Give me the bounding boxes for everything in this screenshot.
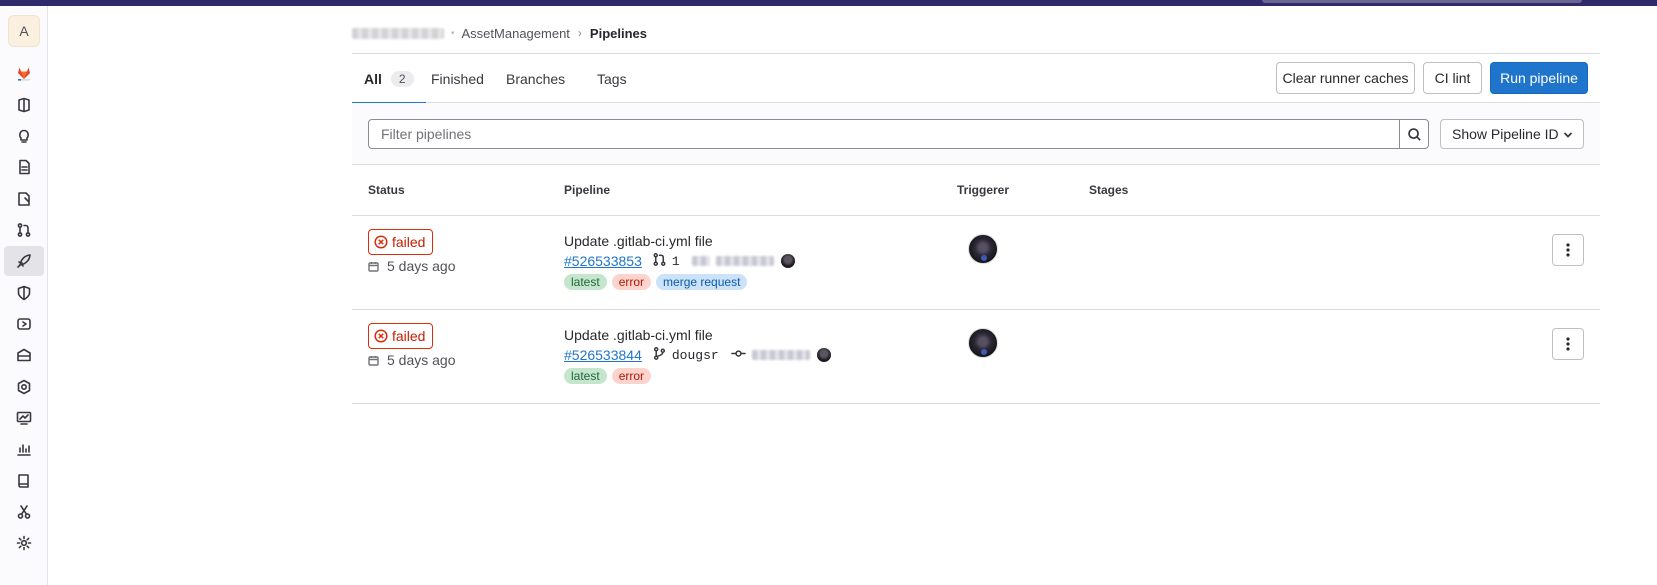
run-pipeline-button[interactable]: Run pipeline: [1490, 62, 1588, 94]
header-status: Status: [368, 183, 405, 197]
commit-sha-redacted[interactable]: [715, 256, 774, 266]
tab-tags-label: Tags: [597, 70, 627, 87]
clear-runner-caches-button[interactable]: Clear runner caches: [1276, 62, 1415, 94]
status-badge[interactable]: failed: [368, 229, 434, 255]
header-stages: Stages: [1089, 183, 1129, 197]
triggerer-avatar[interactable]: [968, 234, 998, 264]
show-pipeline-id-dropdown[interactable]: Show Pipeline ID: [1440, 119, 1584, 149]
pipeline-tabs: All 2 Finished Branches Tags Clear runne…: [352, 53, 1600, 104]
pipeline-meta: #526533844 dougsr: [564, 346, 831, 364]
commit-author-avatar[interactable]: [780, 254, 795, 268]
merge-request-icon[interactable]: [0, 215, 48, 245]
more-actions-button[interactable]: [1552, 234, 1584, 266]
settings-gear-icon[interactable]: [0, 528, 48, 558]
project-avatar[interactable]: A: [8, 15, 40, 47]
status-label: failed: [392, 328, 426, 344]
tab-all-label: All: [364, 70, 382, 87]
tab-tags[interactable]: Tags: [597, 54, 627, 103]
breadcrumb-project[interactable]: AssetManagement: [462, 26, 570, 41]
breadcrumb-current[interactable]: Pipelines: [590, 26, 647, 41]
tag-latest[interactable]: latest: [564, 368, 607, 384]
commit-title[interactable]: Update .gitlab-ci.yml file: [564, 233, 713, 249]
merge-request-icon: [652, 252, 667, 270]
created-time: 5 days ago: [368, 352, 456, 368]
commit-icon-redacted: [691, 256, 710, 266]
chevron-right-icon: ›: [577, 26, 582, 40]
search-icon: [1407, 127, 1421, 141]
search-button[interactable]: [1399, 119, 1429, 149]
tab-branches[interactable]: Branches: [506, 54, 565, 103]
more-actions-button[interactable]: [1552, 328, 1584, 360]
rocket-icon[interactable]: [4, 246, 44, 276]
tab-finished[interactable]: Finished: [431, 54, 484, 103]
tab-finished-label: Finished: [431, 70, 484, 87]
code-review-icon[interactable]: [0, 184, 48, 214]
show-pipeline-id-label: Show Pipeline ID: [1452, 126, 1559, 142]
kebab-icon: [1566, 243, 1570, 257]
top-bar: [0, 0, 1657, 6]
tab-all-count: 2: [390, 70, 414, 87]
wiki-icon[interactable]: [0, 466, 48, 496]
global-search-edge[interactable]: [1262, 0, 1582, 3]
commit-icon: [730, 346, 746, 364]
commit-sha-redacted[interactable]: [751, 350, 810, 360]
breadcrumb: • AssetManagement › Pipelines: [352, 23, 647, 43]
breadcrumb-group-redacted[interactable]: [352, 27, 444, 39]
status-failed-icon: [374, 329, 388, 343]
analytics-icon[interactable]: [0, 434, 48, 464]
chevron-down-icon: [1563, 132, 1573, 138]
triggerer-avatar[interactable]: [968, 328, 998, 358]
table-row: failed 5 days ago Update .gitlab-ci.yml …: [352, 217, 1600, 310]
commit-author-avatar[interactable]: [816, 348, 831, 362]
deployments-icon[interactable]: [0, 309, 48, 339]
tag-latest[interactable]: latest: [564, 274, 607, 290]
table-header: Status Pipeline Triggerer Stages: [352, 166, 1600, 216]
time-ago: 5 days ago: [387, 352, 456, 368]
snippets-icon[interactable]: [0, 497, 48, 527]
pipeline-tags: latest error merge request: [564, 274, 748, 290]
pipeline-meta: #526533853 1: [564, 252, 795, 270]
monitor-icon[interactable]: [0, 403, 48, 433]
tag-merge-request[interactable]: merge request: [656, 274, 748, 290]
commit-title[interactable]: Update .gitlab-ci.yml file: [564, 327, 713, 343]
operations-icon[interactable]: [0, 372, 48, 402]
breadcrumb-separator: •: [451, 27, 455, 39]
filter-placeholder: Filter pipelines: [381, 126, 472, 142]
calendar-icon: [368, 261, 379, 272]
status-failed-icon: [374, 235, 388, 249]
left-rail: A: [0, 6, 48, 585]
calendar-icon: [368, 355, 379, 366]
created-time: 5 days ago: [368, 258, 456, 274]
header-triggerer: Triggerer: [957, 183, 1010, 197]
branch-icon: [652, 346, 667, 364]
tab-branches-label: Branches: [506, 70, 566, 87]
status-label: failed: [392, 234, 426, 250]
pipeline-id-link[interactable]: #526533853: [564, 253, 642, 269]
pipeline-id-link[interactable]: #526533844: [564, 347, 642, 363]
ci-lint-button[interactable]: CI lint: [1423, 62, 1482, 94]
header-pipeline: Pipeline: [564, 183, 611, 197]
package-icon[interactable]: [0, 340, 48, 370]
shield-icon[interactable]: [0, 278, 48, 308]
ref-link[interactable]: dougsr: [672, 348, 719, 363]
document-icon[interactable]: [0, 152, 48, 182]
filter-pipelines-input[interactable]: Filter pipelines: [368, 119, 1400, 149]
tag-error[interactable]: error: [611, 368, 652, 384]
gitlab-logo-icon[interactable]: [0, 58, 48, 88]
time-ago: 5 days ago: [387, 258, 456, 274]
ref-link[interactable]: 1: [672, 254, 680, 269]
status-badge[interactable]: failed: [368, 323, 434, 349]
filter-bar: Filter pipelines Show Pipeline ID: [352, 103, 1600, 165]
pipeline-tags: latest error: [564, 368, 652, 384]
table-row: failed 5 days ago Update .gitlab-ci.yml …: [352, 311, 1600, 404]
kebab-icon: [1566, 337, 1570, 351]
lightbulb-icon[interactable]: [0, 121, 48, 151]
project-overview-icon[interactable]: [0, 90, 48, 120]
tab-all[interactable]: All 2: [352, 54, 426, 104]
tag-error[interactable]: error: [611, 274, 652, 290]
